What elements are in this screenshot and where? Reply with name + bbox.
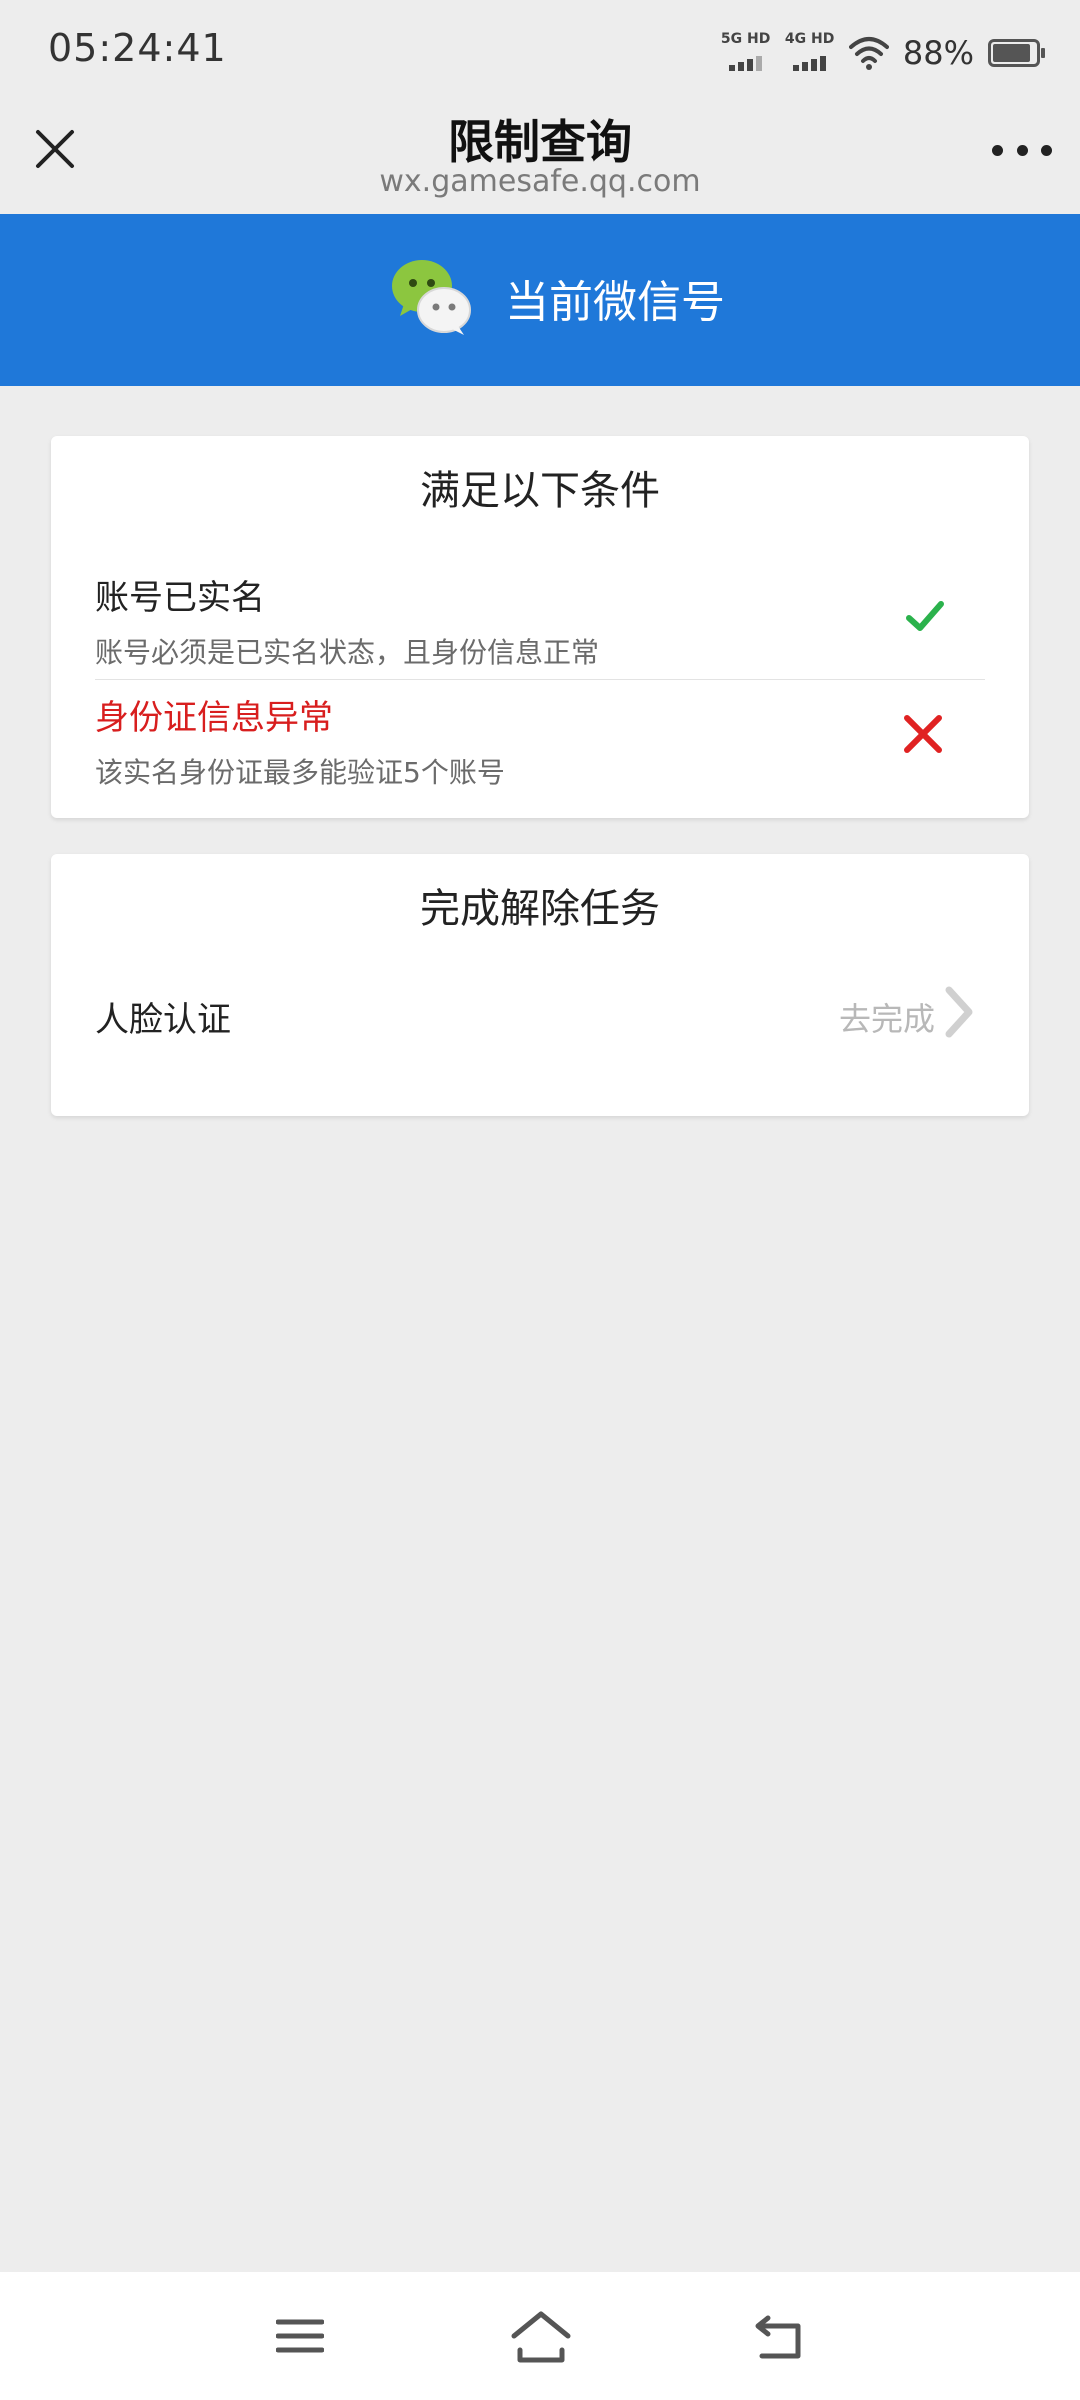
conditions-card: 满足以下条件 账号已实名 账号必须是已实名状态，且身份信息正常 身份证信息异常 … xyxy=(51,436,1029,818)
page-title: 限制查询 xyxy=(448,115,632,169)
condition-title: 账号已实名 xyxy=(95,578,265,618)
condition-desc: 账号必须是已实名状态，且身份信息正常 xyxy=(95,636,600,669)
task-item-face-verify[interactable]: 人脸认证 去完成 xyxy=(95,984,985,1044)
signal-4g-label: 4G HD xyxy=(784,31,835,47)
task-label: 人脸认证 xyxy=(95,1000,231,1040)
more-icon[interactable] xyxy=(992,128,1052,172)
menu-icon[interactable] xyxy=(276,2316,324,2356)
check-icon xyxy=(906,601,944,631)
wechat-logo-icon xyxy=(392,260,471,335)
condition-desc: 该实名身份证最多能验证5个账号 xyxy=(95,756,505,789)
status-bar: 05:24:41 5G HD 4G HD 88% xyxy=(0,0,1080,100)
wifi-icon xyxy=(848,37,889,70)
cross-icon xyxy=(904,715,942,753)
signal-4g-icon: 4G HD xyxy=(785,31,835,75)
back-icon[interactable] xyxy=(754,2312,804,2362)
conditions-title: 满足以下条件 xyxy=(420,468,660,514)
condition-title: 身份证信息异常 xyxy=(95,698,333,738)
chevron-right-icon xyxy=(945,986,973,1038)
tasks-title: 完成解除任务 xyxy=(420,886,660,932)
battery-percent: 88% xyxy=(902,34,974,72)
task-action-link[interactable]: 去完成 xyxy=(839,994,935,1040)
condition-item-id-abnormal: 身份证信息异常 该实名身份证最多能验证5个账号 xyxy=(95,690,985,800)
home-icon[interactable] xyxy=(510,2310,572,2364)
account-banner: 当前微信号 xyxy=(0,214,1080,386)
banner-title: 当前微信号 xyxy=(505,277,725,328)
status-icons: 5G HD 4G HD 88% xyxy=(721,28,1045,78)
signal-5g-icon: 5G HD xyxy=(721,31,771,75)
tasks-card: 完成解除任务 人脸认证 去完成 xyxy=(51,854,1029,1116)
battery-icon xyxy=(988,39,1045,67)
system-nav-bar xyxy=(0,2272,1080,2400)
condition-item-verified: 账号已实名 账号必须是已实名状态，且身份信息正常 xyxy=(95,570,985,680)
page-url: wx.gamesafe.qq.com xyxy=(379,164,701,199)
status-time: 05:24:41 xyxy=(48,26,227,70)
nav-bar: 限制查询 wx.gamesafe.qq.com xyxy=(0,100,1080,214)
signal-5g-label: 5G HD xyxy=(720,31,771,47)
